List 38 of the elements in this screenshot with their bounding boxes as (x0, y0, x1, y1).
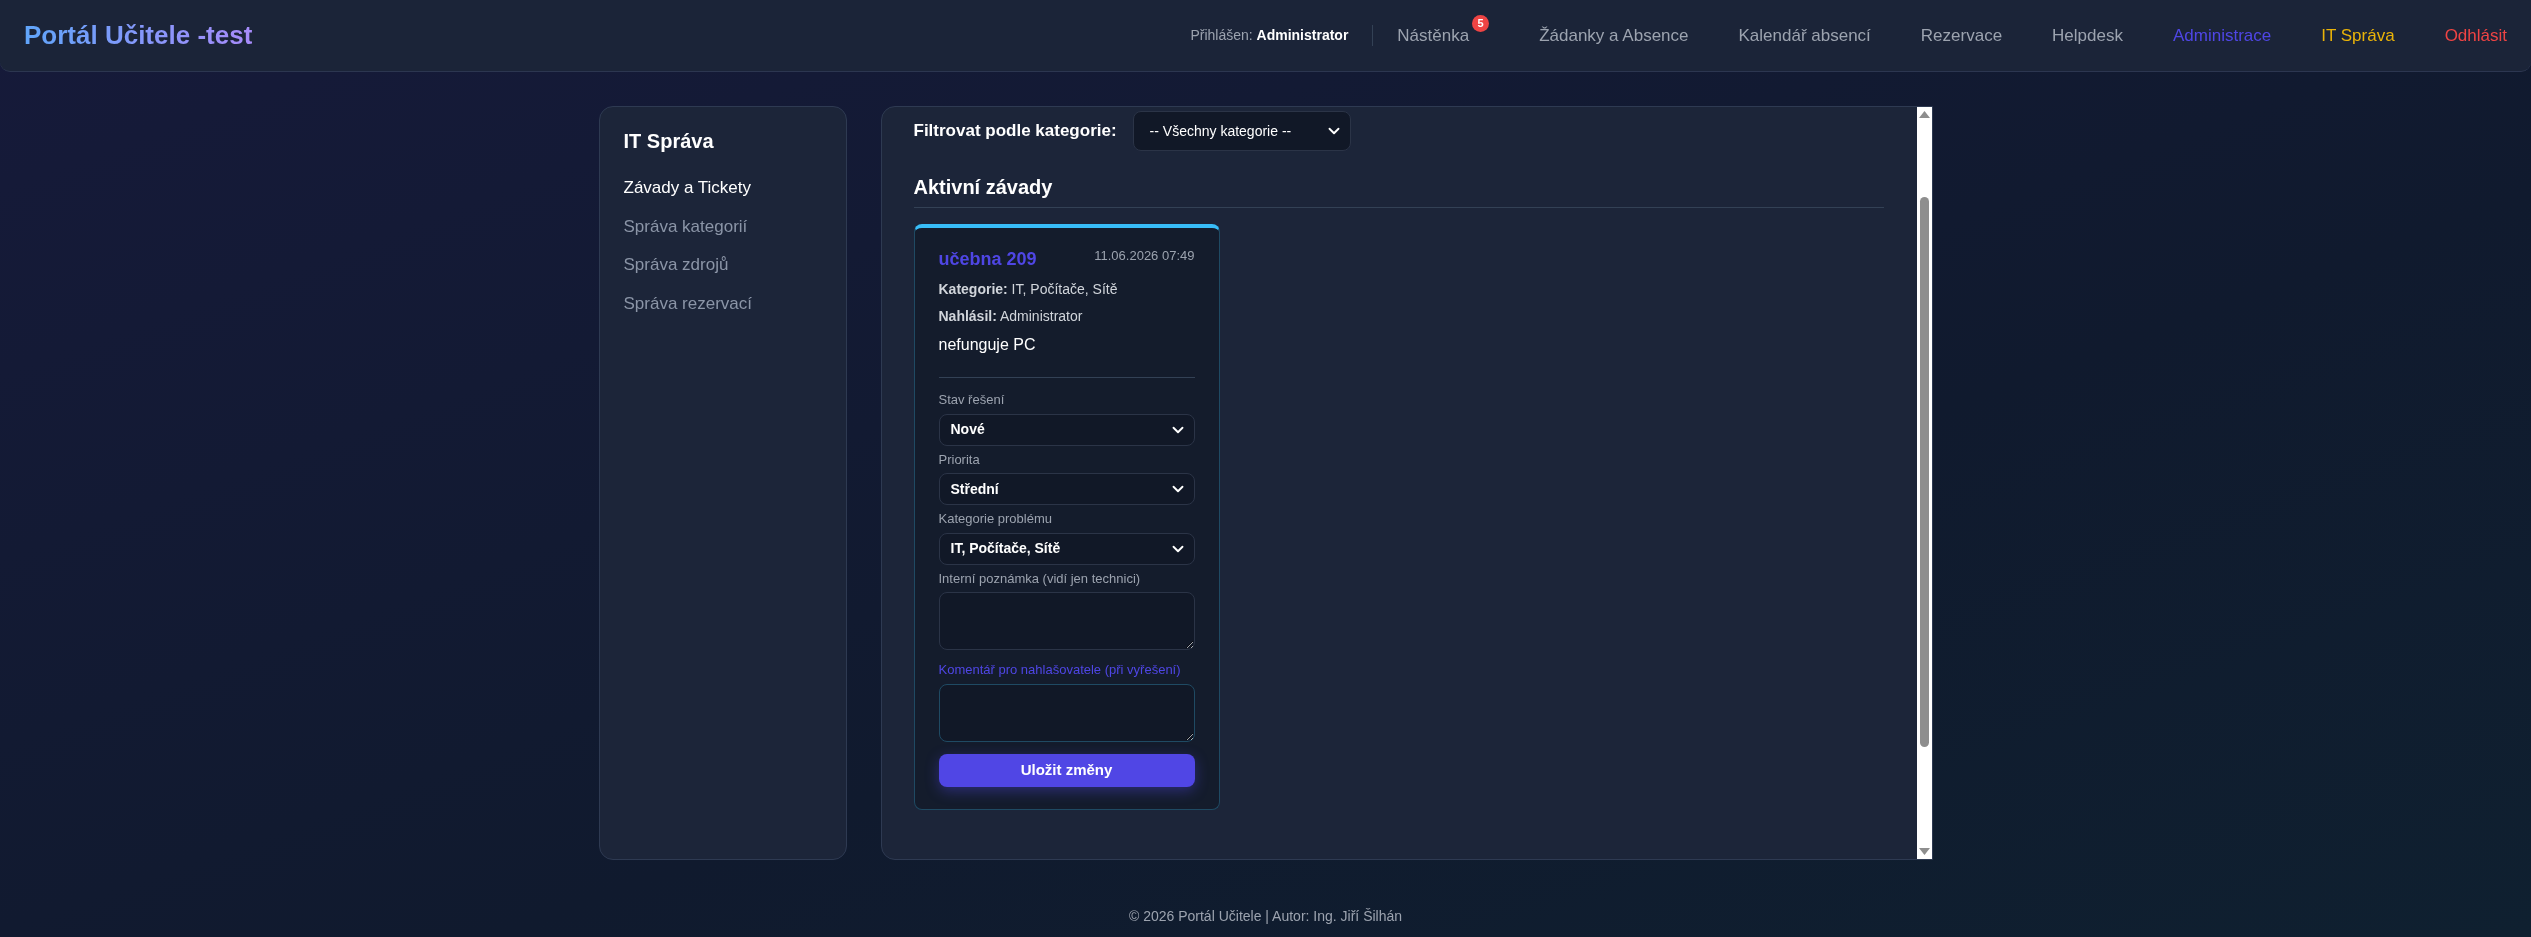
field-label: Komentář pro nahlašovatele (při vyřešení) (938, 662, 1182, 678)
dropdown-select[interactable]: IT, Počítače, Sítě (938, 532, 1195, 565)
sidebar-item[interactable]: Správa rezervací (623, 290, 822, 316)
save-button[interactable]: Uložit změny (938, 753, 1195, 787)
ticket-category: Kategorie: IT, Počítače, Sítě (938, 280, 1119, 299)
field-label: Priorita (938, 451, 981, 468)
nav-link-item[interactable]: Kalendář absencí (1738, 22, 1871, 49)
nav-link-item[interactable]: Nástěnka 5 (1397, 12, 1490, 49)
scrollbar-thumb[interactable] (1919, 197, 1929, 747)
dropdown-select[interactable]: Střední (938, 473, 1195, 506)
sidebar-item[interactable]: Správa zdrojů (623, 252, 822, 278)
filter-label: Filtrovat podle kategorie: (913, 120, 1117, 143)
nav-link-item[interactable]: Odhlásit (2444, 22, 2507, 49)
scroll-down-icon[interactable] (1918, 847, 1930, 855)
field-label: Interní poznámka (vidí jen technici) (938, 570, 1142, 587)
nav-link-item[interactable]: Helpdesk (2052, 22, 2123, 49)
ticket-reporter: Nahlásil: Administrator (938, 307, 1084, 326)
dropdown-select[interactable]: Nové (938, 413, 1195, 446)
footer-text: © 2026 Portál Učitele | Autor: Ing. Jiří Šilhán (1127, 907, 1404, 926)
section-heading: Aktivní závady (913, 175, 1884, 208)
nav-link-item[interactable]: Rezervace (1920, 22, 2003, 49)
scrollbar[interactable] (1916, 107, 1932, 859)
nav-link-item[interactable]: Žádanky a Absence (1539, 22, 1689, 49)
sidebar-item[interactable]: Závady a Tickety (623, 175, 822, 201)
logged-in-user: Přihlášen: Administrator (1190, 25, 1374, 46)
nav-link-item[interactable]: IT Správa (2321, 22, 2395, 49)
text-area-field[interactable] (938, 592, 1195, 651)
field-label: Kategorie problému (938, 511, 1053, 527)
ticket-date: 11.06.2026 07:49 (1094, 247, 1195, 265)
field-label: Stav řešení (938, 392, 1006, 408)
ticket-title: učebna 209 (938, 248, 1037, 271)
sidebar-item[interactable]: Správa kategorií (623, 213, 822, 239)
scroll-up-icon[interactable] (1918, 111, 1930, 119)
notification-badge: 5 (1472, 14, 1490, 32)
text-area-field[interactable] (938, 683, 1195, 742)
category-filter-select[interactable]: -- Všechny kategorie -- (1132, 111, 1351, 151)
ticket-description: nefunguje PC (938, 333, 1195, 378)
sidebar-title: IT Správa (623, 129, 715, 153)
